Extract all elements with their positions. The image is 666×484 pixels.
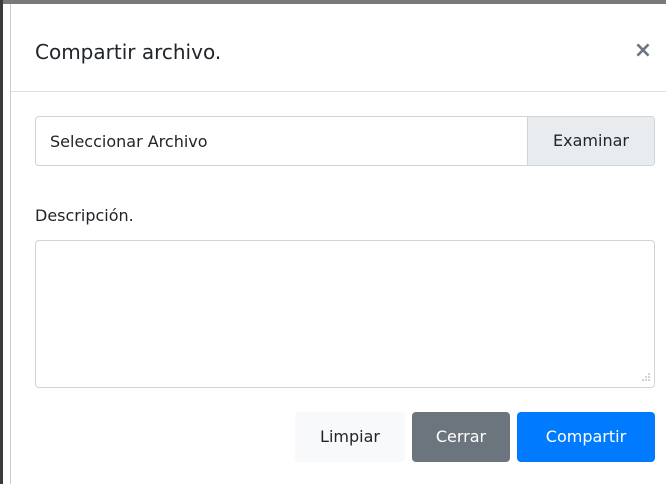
close-icon[interactable]: ×: [631, 40, 655, 64]
browse-button[interactable]: Examinar: [527, 117, 654, 165]
file-input-group[interactable]: Seleccionar Archivo Examinar: [35, 116, 655, 166]
share-button[interactable]: Compartir: [517, 412, 655, 462]
clear-button[interactable]: Limpiar: [295, 412, 405, 462]
description-textarea[interactable]: [35, 240, 655, 388]
window-left-edge: [0, 0, 3, 484]
description-label: Descripción.: [35, 206, 134, 225]
modal-title: Compartir archivo.: [35, 40, 222, 64]
resize-grip-icon[interactable]: [641, 372, 651, 382]
file-input-value[interactable]: Seleccionar Archivo: [50, 132, 208, 152]
share-file-modal: Compartir archivo. × Seleccionar Archivo…: [10, 4, 666, 484]
modal-header: Compartir archivo. ×: [11, 4, 666, 92]
close-button[interactable]: Cerrar: [412, 412, 510, 462]
